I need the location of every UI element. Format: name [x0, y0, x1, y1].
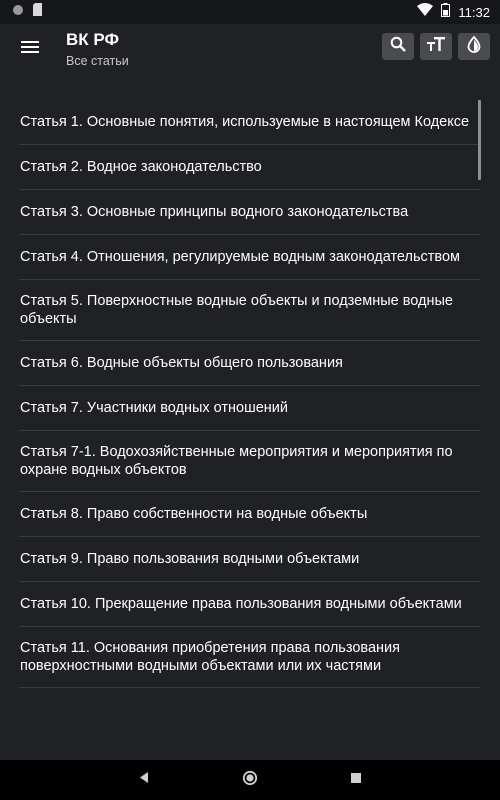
status-left: [12, 3, 43, 21]
notification-dot-icon: [12, 3, 24, 21]
back-button[interactable]: [134, 770, 154, 790]
search-icon: [390, 36, 406, 57]
list-item[interactable]: Статья 6. Водные объекты общего пользова…: [19, 341, 480, 386]
list-item[interactable]: Статья 3. Основные принципы водного зако…: [19, 190, 480, 235]
theme-button[interactable]: [458, 33, 490, 60]
article-list-container: Статья 1. Основные понятия, используемые…: [0, 74, 500, 760]
list-item[interactable]: Статья 7-1. Водохозяйственные мероприяти…: [19, 431, 480, 492]
scrollbar[interactable]: [478, 100, 481, 180]
menu-button[interactable]: [14, 33, 46, 65]
wifi-icon: [417, 3, 434, 21]
navigation-bar: [0, 760, 500, 800]
status-bar: 11:32: [0, 0, 500, 24]
app-title: ВК РФ: [66, 30, 120, 49]
back-triangle-icon: [138, 771, 150, 789]
search-button[interactable]: [382, 33, 414, 60]
text-size-icon: [427, 37, 445, 56]
recents-button[interactable]: [346, 770, 366, 790]
list-item[interactable]: Статья 9. Право пользования водными объе…: [19, 537, 480, 582]
list-item[interactable]: Статья 10. Прекращение права пользования…: [19, 582, 480, 627]
app-bar-titles: ВК РФ Все статьи: [66, 30, 129, 70]
list-item[interactable]: Статья 7. Участники водных отношений: [19, 386, 480, 431]
hamburger-menu-icon: [21, 40, 39, 59]
recents-square-icon: [350, 771, 362, 789]
list-item[interactable]: Статья 1. Основные понятия, используемые…: [19, 100, 480, 145]
list-item[interactable]: Статья 4. Отношения, регулируемые водным…: [19, 235, 480, 280]
battery-icon: [441, 2, 451, 22]
app-subtitle: Все статьи: [66, 54, 129, 68]
status-time: 11:32: [458, 4, 490, 20]
home-circle-icon: [242, 770, 258, 791]
list-item[interactable]: Статья 11. Основания приобретения права …: [19, 627, 480, 688]
sd-card-icon: [32, 3, 43, 21]
list-item[interactable]: Статья 5. Поверхностные водные объекты и…: [19, 280, 480, 341]
home-button[interactable]: [240, 770, 260, 790]
article-list: Статья 1. Основные понятия, используемые…: [19, 100, 480, 688]
text-size-button[interactable]: [420, 33, 452, 60]
app-bar-actions: [382, 33, 490, 60]
app-bar: ВК РФ Все статьи: [0, 24, 500, 74]
list-item[interactable]: Статья 8. Право собственности на водные …: [19, 492, 480, 537]
theme-drop-icon: [467, 35, 481, 58]
status-right: 11:32: [417, 2, 490, 22]
list-item[interactable]: Статья 2. Водное законодательство: [19, 145, 480, 190]
